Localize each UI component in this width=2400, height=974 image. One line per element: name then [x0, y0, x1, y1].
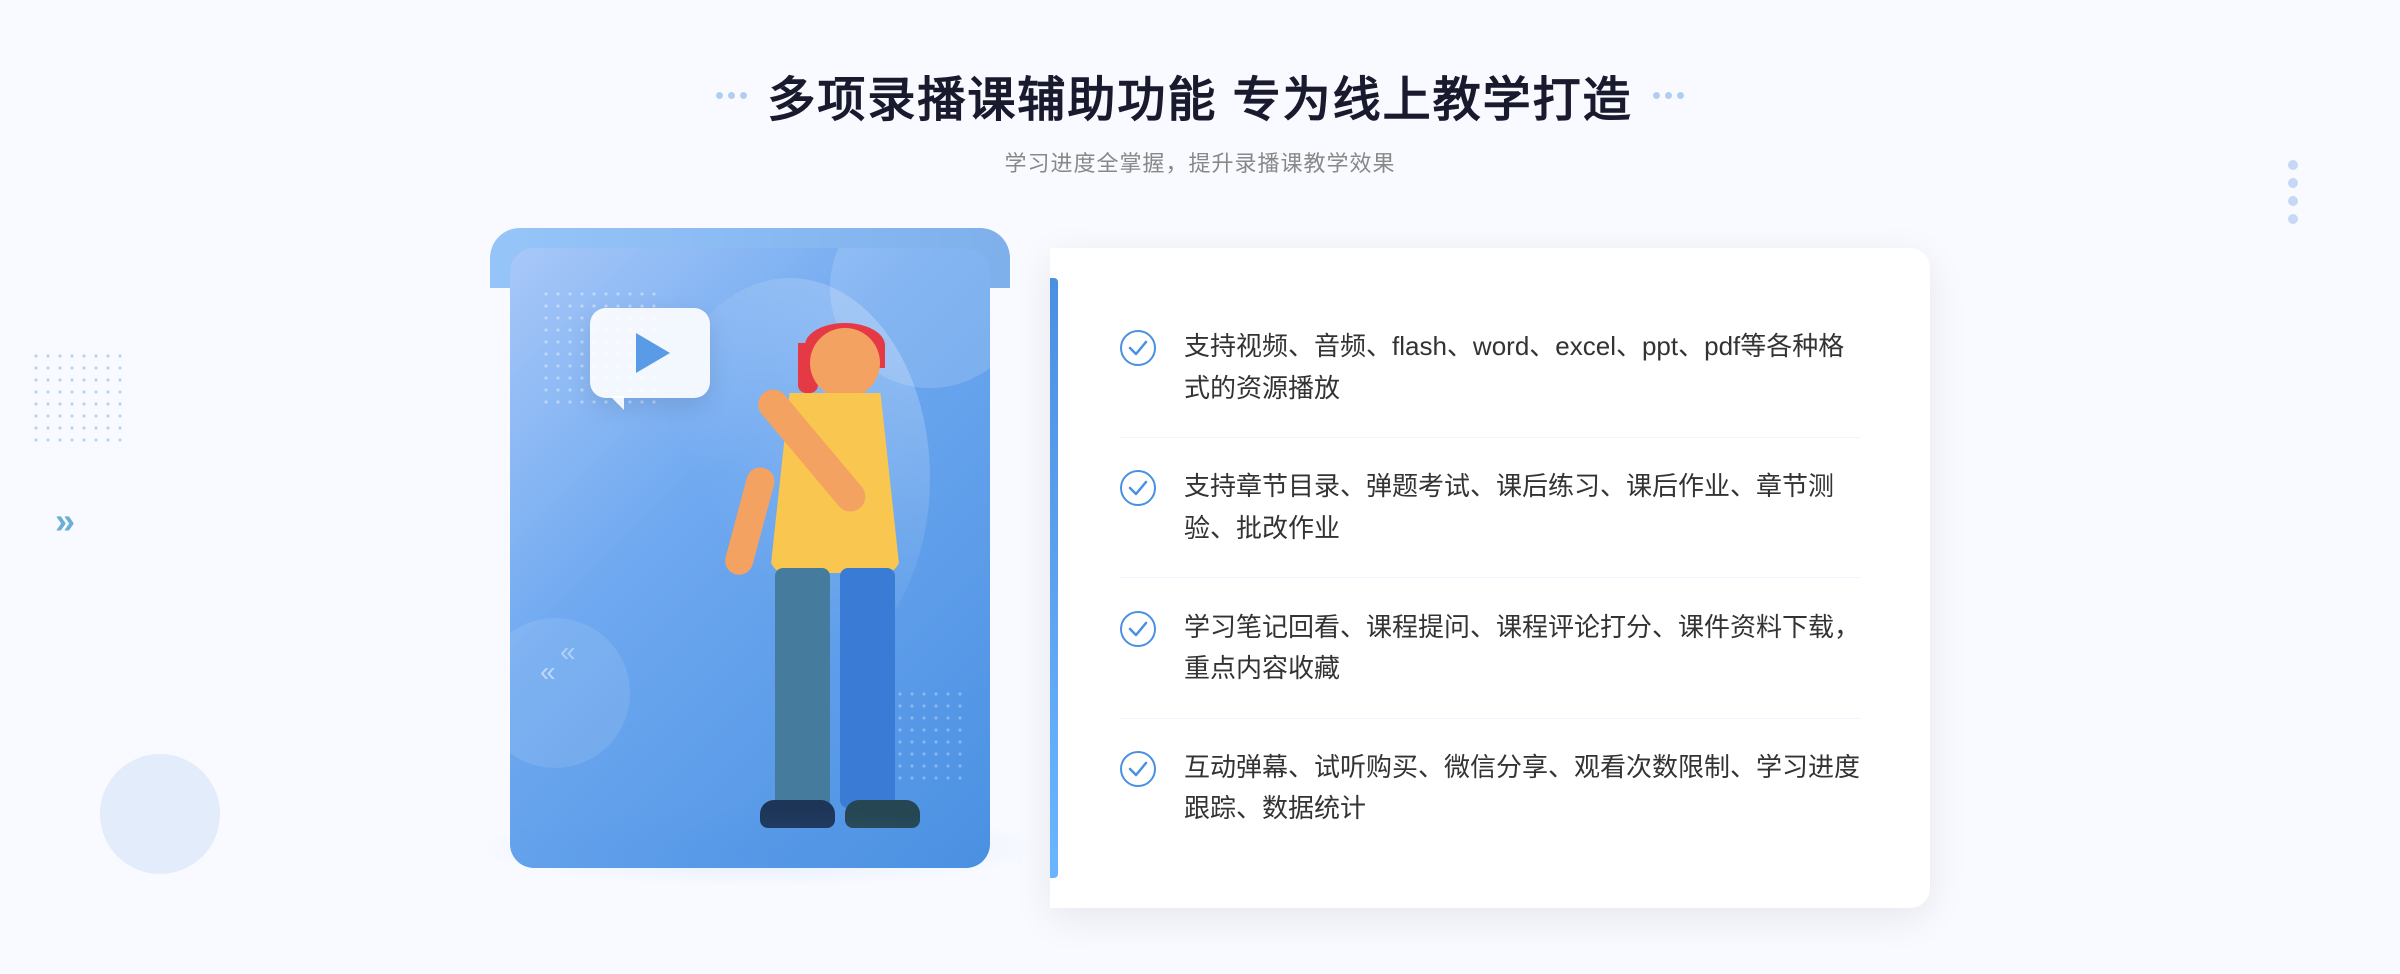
panel-accent-bar — [1050, 278, 1058, 878]
dot-icon — [728, 92, 735, 99]
title-decoration-left — [716, 92, 747, 99]
person-leg-left — [775, 568, 830, 808]
illustration-container: « « — [470, 228, 1050, 928]
check-icon-1 — [1120, 330, 1156, 366]
check-icon-4 — [1120, 751, 1156, 787]
illus-arrows-icon: « — [540, 656, 556, 688]
circle-decoration-bottom — [100, 754, 220, 874]
check-icon-2 — [1120, 470, 1156, 506]
title-row: 多项录播课辅助功能 专为线上教学打造 — [716, 60, 1683, 130]
person-leg-right — [840, 568, 895, 808]
title-decoration-right — [1653, 92, 1684, 99]
feature-text-3: 学习笔记回看、课程提问、课程评论打分、课件资料下载，重点内容收藏 — [1184, 607, 1860, 690]
dot-icon — [1653, 92, 1660, 99]
person-illustration — [650, 328, 970, 868]
dot-icon — [2288, 178, 2298, 188]
features-panel: 支持视频、音频、flash、word、excel、ppt、pdf等各种格式的资源… — [1050, 248, 1930, 908]
check-icon-3 — [1120, 611, 1156, 647]
dot-icon — [2288, 214, 2298, 224]
dot-icon — [1677, 92, 1684, 99]
deco-dots-right — [2288, 160, 2300, 224]
dots-decoration-left — [30, 350, 130, 450]
feature-text-4: 互动弹幕、试听购买、微信分享、观看次数限制、学习进度跟踪、数据统计 — [1184, 747, 1860, 830]
dot-icon — [740, 92, 747, 99]
feature-text-2: 支持章节目录、弹题考试、课后练习、课后作业、章节测验、批改作业 — [1184, 466, 1860, 549]
feature-item-2: 支持章节目录、弹题考试、课后练习、课后作业、章节测验、批改作业 — [1120, 438, 1860, 578]
illustration-glow — [470, 808, 1050, 888]
header-section: 多项录播课辅助功能 专为线上教学打造 学习进度全掌握，提升录播课教学效果 — [716, 60, 1683, 178]
arrows-decoration: » — [55, 500, 75, 542]
page-title: 多项录播课辅助功能 专为线上教学打造 — [767, 60, 1632, 130]
page-container: 多项录播课辅助功能 专为线上教学打造 学习进度全掌握，提升录播课教学效果 » — [0, 0, 2400, 974]
illus-arrows2-icon: « — [560, 636, 576, 668]
content-area: « « 支持视频、音频、flash、word、excel、ppt、pdf等各种格… — [470, 228, 1930, 928]
feature-text-1: 支持视频、音频、flash、word、excel、ppt、pdf等各种格式的资源… — [1184, 326, 1860, 409]
page-subtitle: 学习进度全掌握，提升录播课教学效果 — [716, 146, 1683, 178]
feature-item-1: 支持视频、音频、flash、word、excel、ppt、pdf等各种格式的资源… — [1120, 298, 1860, 438]
dot-icon — [2288, 160, 2298, 170]
dot-icon — [716, 92, 723, 99]
illustration-background: « « — [510, 248, 990, 868]
person-head — [810, 328, 880, 398]
feature-item-3: 学习笔记回看、课程提问、课程评论打分、课件资料下载，重点内容收藏 — [1120, 579, 1860, 719]
person-arm-down — [722, 464, 778, 577]
feature-item-4: 互动弹幕、试听购买、微信分享、观看次数限制、学习进度跟踪、数据统计 — [1120, 719, 1860, 858]
dot-icon — [1665, 92, 1672, 99]
dot-icon — [2288, 196, 2298, 206]
